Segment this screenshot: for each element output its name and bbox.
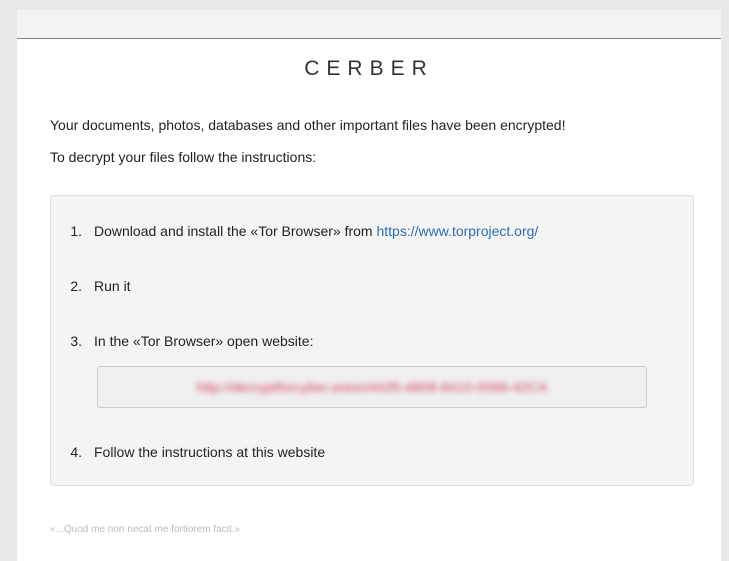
step-text: Follow the instructions at this website: [94, 444, 326, 460]
top-strip: [17, 10, 721, 39]
intro-line-encrypted: Your documents, photos, databases and ot…: [50, 117, 566, 133]
ransom-note-page: CERBER Your documents, photos, databases…: [17, 10, 721, 561]
step-number: 4.: [70, 444, 82, 460]
step-text: Run it: [94, 278, 131, 294]
page-title: CERBER: [304, 57, 434, 80]
step-number: 2.: [70, 278, 82, 294]
intro-line-instructions: To decrypt your files follow the instruc…: [50, 149, 317, 165]
step-number: 3.: [70, 333, 82, 349]
step-text: In the «Tor Browser» open website:: [94, 333, 314, 349]
step-item-2: 2. Run it: [68, 278, 131, 294]
step-number: 1.: [70, 223, 82, 239]
step-item-4: 4. Follow the instructions at this websi…: [68, 444, 325, 460]
step-text: Download and install the «Tor Browser» f…: [94, 223, 539, 239]
instructions-box: 1. Download and install the «Tor Browser…: [50, 195, 694, 486]
footer-quote: «...Quod me non necat me fortiorem facit…: [50, 524, 241, 535]
step-item-3: 3. In the «Tor Browser» open website:: [68, 333, 313, 349]
onion-url-field[interactable]: http://decryptforcyber.onion/4435-4808-8…: [97, 366, 647, 408]
onion-url-text: http://decryptforcyber.onion/4435-4808-8…: [196, 379, 548, 395]
torproject-link[interactable]: https://www.torproject.org/: [376, 223, 538, 239]
step-item-1: 1. Download and install the «Tor Browser…: [68, 223, 538, 239]
